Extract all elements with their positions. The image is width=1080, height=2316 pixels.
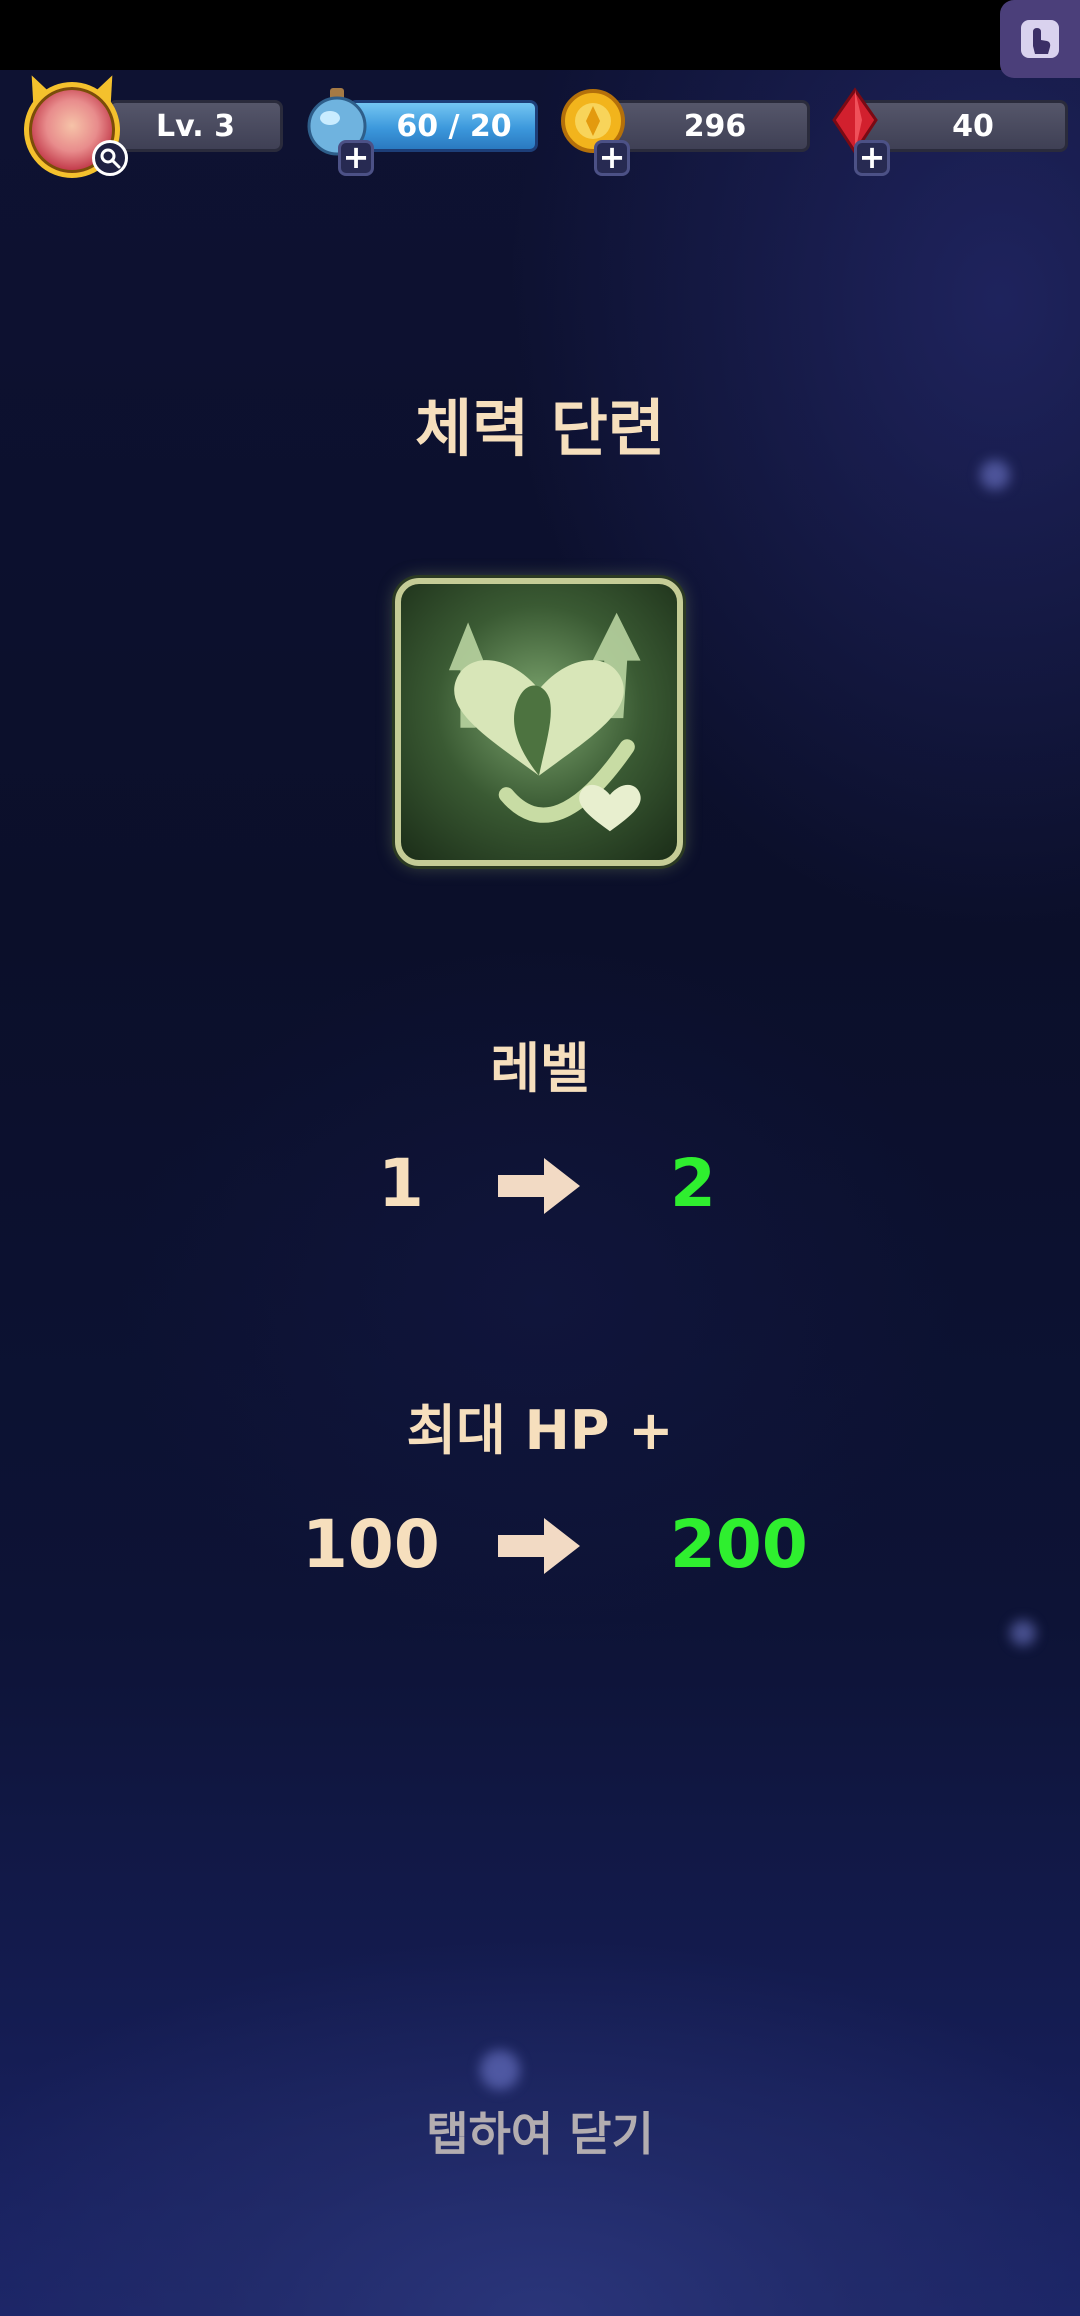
arrow-right-icon	[498, 1158, 580, 1214]
arrow-right-icon	[498, 1518, 580, 1574]
gold-add-button[interactable]: +	[594, 140, 630, 176]
player-level-text: Lv. 3	[156, 108, 235, 144]
plus-symbol: +	[342, 138, 370, 176]
plus-symbol: +	[598, 138, 626, 176]
magnifier-icon	[100, 148, 121, 169]
background-sparkle	[480, 2050, 520, 2090]
level-label: 레벨	[490, 1037, 590, 1100]
top-hud: Lv. 3 60 / 20 + 296 + 40 +	[0, 70, 1080, 182]
plus-symbol: +	[858, 138, 886, 176]
game-screen[interactable]: Lv. 3 60 / 20 + 296 + 40 + 체력 단련 레벨 1 2 …	[0, 0, 1080, 2316]
max-hp-from: 100	[302, 1506, 440, 1583]
gem-amount: 40	[952, 108, 994, 144]
skill-title: 체력 단련	[415, 392, 665, 465]
touch-lock-button[interactable]	[1000, 0, 1080, 78]
max-hp-to: 200	[670, 1506, 808, 1583]
player-level-display: Lv. 3	[108, 100, 283, 152]
status-bar	[0, 0, 1080, 70]
energy-bar: 60 / 20	[348, 100, 538, 152]
profile-search-button[interactable]	[92, 140, 128, 176]
level-to: 2	[670, 1145, 716, 1222]
gold-display: 296	[600, 100, 810, 152]
level-from: 1	[378, 1145, 424, 1222]
max-hp-label: 최대 HP +	[406, 1399, 674, 1462]
touch-lock-icon	[1021, 20, 1059, 58]
background-sparkle	[1010, 1620, 1036, 1646]
heart-growth-icon	[448, 612, 641, 832]
gold-amount: 296	[683, 108, 747, 144]
gem-add-button[interactable]: +	[854, 140, 890, 176]
tap-to-close-hint[interactable]: 탭하여 닫기	[0, 2098, 1080, 2164]
energy-text: 60 / 20	[396, 108, 512, 144]
skill-icon-card	[395, 578, 683, 866]
energy-add-button[interactable]: +	[338, 140, 374, 176]
